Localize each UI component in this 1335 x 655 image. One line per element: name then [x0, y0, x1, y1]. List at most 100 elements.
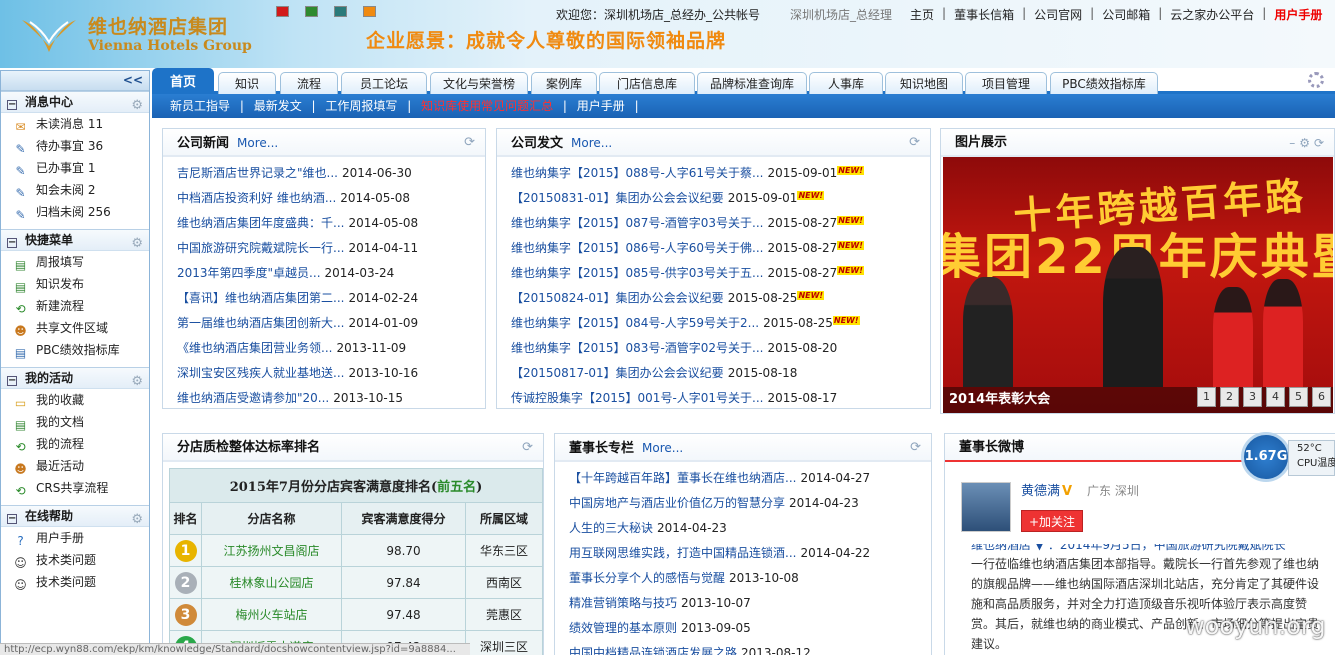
- item-title[interactable]: 绩效管理的基本原则: [569, 621, 677, 635]
- list-item[interactable]: 【20150831-01】集团办公会会议纪要 2015-09-01NEW!: [511, 186, 930, 211]
- item-title[interactable]: 第一届维也纳酒店集团创新大...: [177, 316, 344, 330]
- subnav-link[interactable]: 最新发文: [254, 99, 302, 113]
- sidebar-item[interactable]: ☻ 最近活动: [1, 455, 149, 477]
- list-item[interactable]: 绩效管理的基本原则 2013-09-05: [569, 616, 931, 641]
- subnav-link[interactable]: 用户手册: [577, 99, 625, 113]
- sidebar-item[interactable]: ▤ 知识发布: [1, 273, 149, 295]
- sidebar-item[interactable]: ⟲ 新建流程: [1, 295, 149, 317]
- tab-6[interactable]: 门店信息库: [599, 72, 695, 94]
- refresh-icon[interactable]: ⟳: [909, 129, 920, 157]
- tab-2[interactable]: 流程: [280, 72, 338, 94]
- refresh-icon[interactable]: ⟳: [522, 434, 533, 462]
- cpu-speed-widget[interactable]: 1.67G: [1241, 432, 1291, 482]
- item-title[interactable]: 中国旅游研究院戴斌院长一行...: [177, 241, 344, 255]
- sidebar-item[interactable]: ✎ 归档未阅 256: [1, 201, 149, 223]
- list-item[interactable]: 第一届维也纳酒店集团创新大... 2014-01-09: [177, 311, 485, 336]
- tab-1[interactable]: 知识: [218, 72, 276, 94]
- list-item[interactable]: 中国房地产与酒店业价值亿万的智慧分享 2014-04-23: [569, 491, 931, 516]
- refresh-icon[interactable]: ⟳: [910, 434, 921, 462]
- tab-0[interactable]: 首页: [152, 68, 214, 95]
- list-item[interactable]: 中国旅游研究院戴斌院长一行... 2014-04-11: [177, 236, 485, 261]
- sidebar-item[interactable]: ▤ 我的文档: [1, 411, 149, 433]
- weibo-user-name[interactable]: 黄德满 V: [1021, 480, 1072, 499]
- list-item[interactable]: 中档酒店投资利好 维也纳酒... 2014-05-08: [177, 186, 485, 211]
- item-title[interactable]: 维也纳集字【2015】084号-人字59号关于2...: [511, 316, 759, 330]
- sidebar-section-header[interactable]: − 快捷菜单 ⚙: [1, 229, 149, 251]
- list-item[interactable]: 维也纳集字【2015】085号-供字03号关于五... 2015-08-27NEW…: [511, 261, 930, 286]
- item-title[interactable]: 维也纳集字【2015】085号-供字03号关于五...: [511, 266, 764, 280]
- list-item[interactable]: 维也纳集字【2015】083号-酒管字02号关于... 2015-08-20: [511, 336, 930, 361]
- tab-11[interactable]: PBC绩效指标库: [1050, 72, 1158, 94]
- gear-icon[interactable]: ⚙: [131, 371, 143, 392]
- item-title[interactable]: 维也纳集字【2015】083号-酒管字02号关于...: [511, 341, 764, 355]
- list-item[interactable]: 【十年跨越百年路】董事长在维也纳酒店... 2014-04-27: [569, 466, 931, 491]
- sidebar-item[interactable]: ☺ 技术类问题: [1, 549, 149, 571]
- list-item[interactable]: 维也纳集字【2015】088号-人字61号关于蔡... 2015-09-01NEW…: [511, 161, 930, 186]
- sidebar-item[interactable]: ▤ PBC绩效指标库: [1, 339, 149, 361]
- item-title[interactable]: 中档酒店投资利好 维也纳酒...: [177, 191, 336, 205]
- sidebar-item[interactable]: ☻ 共享文件区域: [1, 317, 149, 339]
- list-item[interactable]: 【20150824-01】集团办公会会议纪要 2015-08-25NEW!: [511, 286, 930, 311]
- sidebar-item[interactable]: ▤ 周报填写: [1, 251, 149, 273]
- item-title[interactable]: 维也纳集字【2015】087号-酒管字03号关于...: [511, 216, 764, 230]
- link-home[interactable]: 主页: [910, 6, 934, 23]
- tab-10[interactable]: 项目管理: [965, 72, 1047, 94]
- link-cloud-office[interactable]: 云之家办公平台: [1170, 6, 1254, 23]
- collapse-icon[interactable]: −: [7, 238, 17, 248]
- list-item[interactable]: 中国中档精品连锁酒店发展之路 2013-08-12: [569, 641, 931, 655]
- theme-swatch[interactable]: [276, 6, 289, 17]
- item-title[interactable]: 2013年第四季度"卓越员...: [177, 266, 321, 280]
- gear-icon[interactable]: ⚙: [131, 233, 143, 254]
- item-title[interactable]: 维也纳酒店受邀请参加"20...: [177, 391, 329, 405]
- tab-8[interactable]: 人事库: [809, 72, 883, 94]
- list-item[interactable]: 用互联网思维实践，打造中国精品连锁酒... 2014-04-22: [569, 541, 931, 566]
- tab-7[interactable]: 品牌标准查询库: [697, 72, 807, 94]
- item-title[interactable]: 中国房地产与酒店业价值亿万的智慧分享: [569, 496, 785, 510]
- photo-page-button[interactable]: 4: [1266, 387, 1285, 407]
- item-title[interactable]: 【20150831-01】集团办公会会议纪要: [511, 191, 724, 205]
- item-title[interactable]: 维也纳酒店集团年度盛典：千...: [177, 216, 344, 230]
- gear-icon[interactable]: ⚙: [131, 509, 143, 530]
- sidebar-section-header[interactable]: − 消息中心 ⚙: [1, 91, 149, 113]
- list-item[interactable]: 精准营销策略与技巧 2013-10-07: [569, 591, 931, 616]
- sidebar-item[interactable]: ☺ 技术类问题: [1, 571, 149, 593]
- subnav-link[interactable]: 知识库使用常见问题汇总: [421, 99, 553, 113]
- link-official-site[interactable]: 公司官网: [1034, 6, 1082, 23]
- item-title[interactable]: 精准营销策略与技巧: [569, 596, 677, 610]
- item-title[interactable]: 中国中档精品连锁酒店发展之路: [569, 646, 737, 655]
- gear-icon[interactable]: ⚙: [131, 95, 143, 116]
- item-title[interactable]: 传诚控股集字【2015】001号-人字01号关于...: [511, 391, 764, 405]
- avatar[interactable]: [961, 482, 1011, 532]
- tab-4[interactable]: 文化与荣誉榜: [430, 72, 528, 94]
- list-item[interactable]: 维也纳集字【2015】086号-人字60号关于佛... 2015-08-27NEW…: [511, 236, 930, 261]
- sidebar-item[interactable]: ? 用户手册: [1, 527, 149, 549]
- collapse-icon[interactable]: −: [7, 100, 17, 110]
- list-item[interactable]: 深圳宝安区残疾人就业基地送... 2013-10-16: [177, 361, 485, 386]
- item-title[interactable]: 【喜讯】维也纳酒店集团第二...: [177, 291, 344, 305]
- item-title[interactable]: 用互联网思维实践，打造中国精品连锁酒...: [569, 546, 796, 560]
- sidebar-item[interactable]: ✎ 待办事宜 36: [1, 135, 149, 157]
- link-company-mail[interactable]: 公司邮箱: [1102, 6, 1150, 23]
- photo-page-button[interactable]: 5: [1289, 387, 1308, 407]
- photo-page-button[interactable]: 1: [1197, 387, 1216, 407]
- sidebar-item[interactable]: ✎ 已办事宜 1: [1, 157, 149, 179]
- more-link[interactable]: More...: [237, 136, 278, 150]
- photo-page-button[interactable]: 3: [1243, 387, 1262, 407]
- item-title[interactable]: 【20150824-01】集团办公会会议纪要: [511, 291, 724, 305]
- sidebar-item[interactable]: ⟲ 我的流程: [1, 433, 149, 455]
- item-title[interactable]: 吉尼斯酒店世界记录之"维也...: [177, 166, 338, 180]
- list-item[interactable]: 人生的三大秘诀 2014-04-23: [569, 516, 931, 541]
- sidebar-item[interactable]: ✉ 未读消息 11: [1, 113, 149, 135]
- tab-5[interactable]: 案例库: [531, 72, 597, 94]
- collapse-icon[interactable]: −: [7, 514, 17, 524]
- link-chairman-mailbox[interactable]: 董事长信箱: [954, 6, 1014, 23]
- theme-swatch[interactable]: [363, 6, 376, 17]
- theme-swatch[interactable]: [334, 6, 347, 17]
- sidebar-item[interactable]: ✎ 知会未阅 2: [1, 179, 149, 201]
- item-title[interactable]: 深圳宝安区残疾人就业基地送...: [177, 366, 344, 380]
- list-item[interactable]: 维也纳集字【2015】084号-人字59号关于2... 2015-08-25NEW…: [511, 311, 930, 336]
- theme-swatch[interactable]: [305, 6, 318, 17]
- collapse-sidebar-button[interactable]: <<: [1, 71, 149, 91]
- list-item[interactable]: 维也纳集字【2015】087号-酒管字03号关于... 2015-08-27NEW…: [511, 211, 930, 236]
- item-title[interactable]: 《维也纳酒店集团营业务领...: [177, 341, 332, 355]
